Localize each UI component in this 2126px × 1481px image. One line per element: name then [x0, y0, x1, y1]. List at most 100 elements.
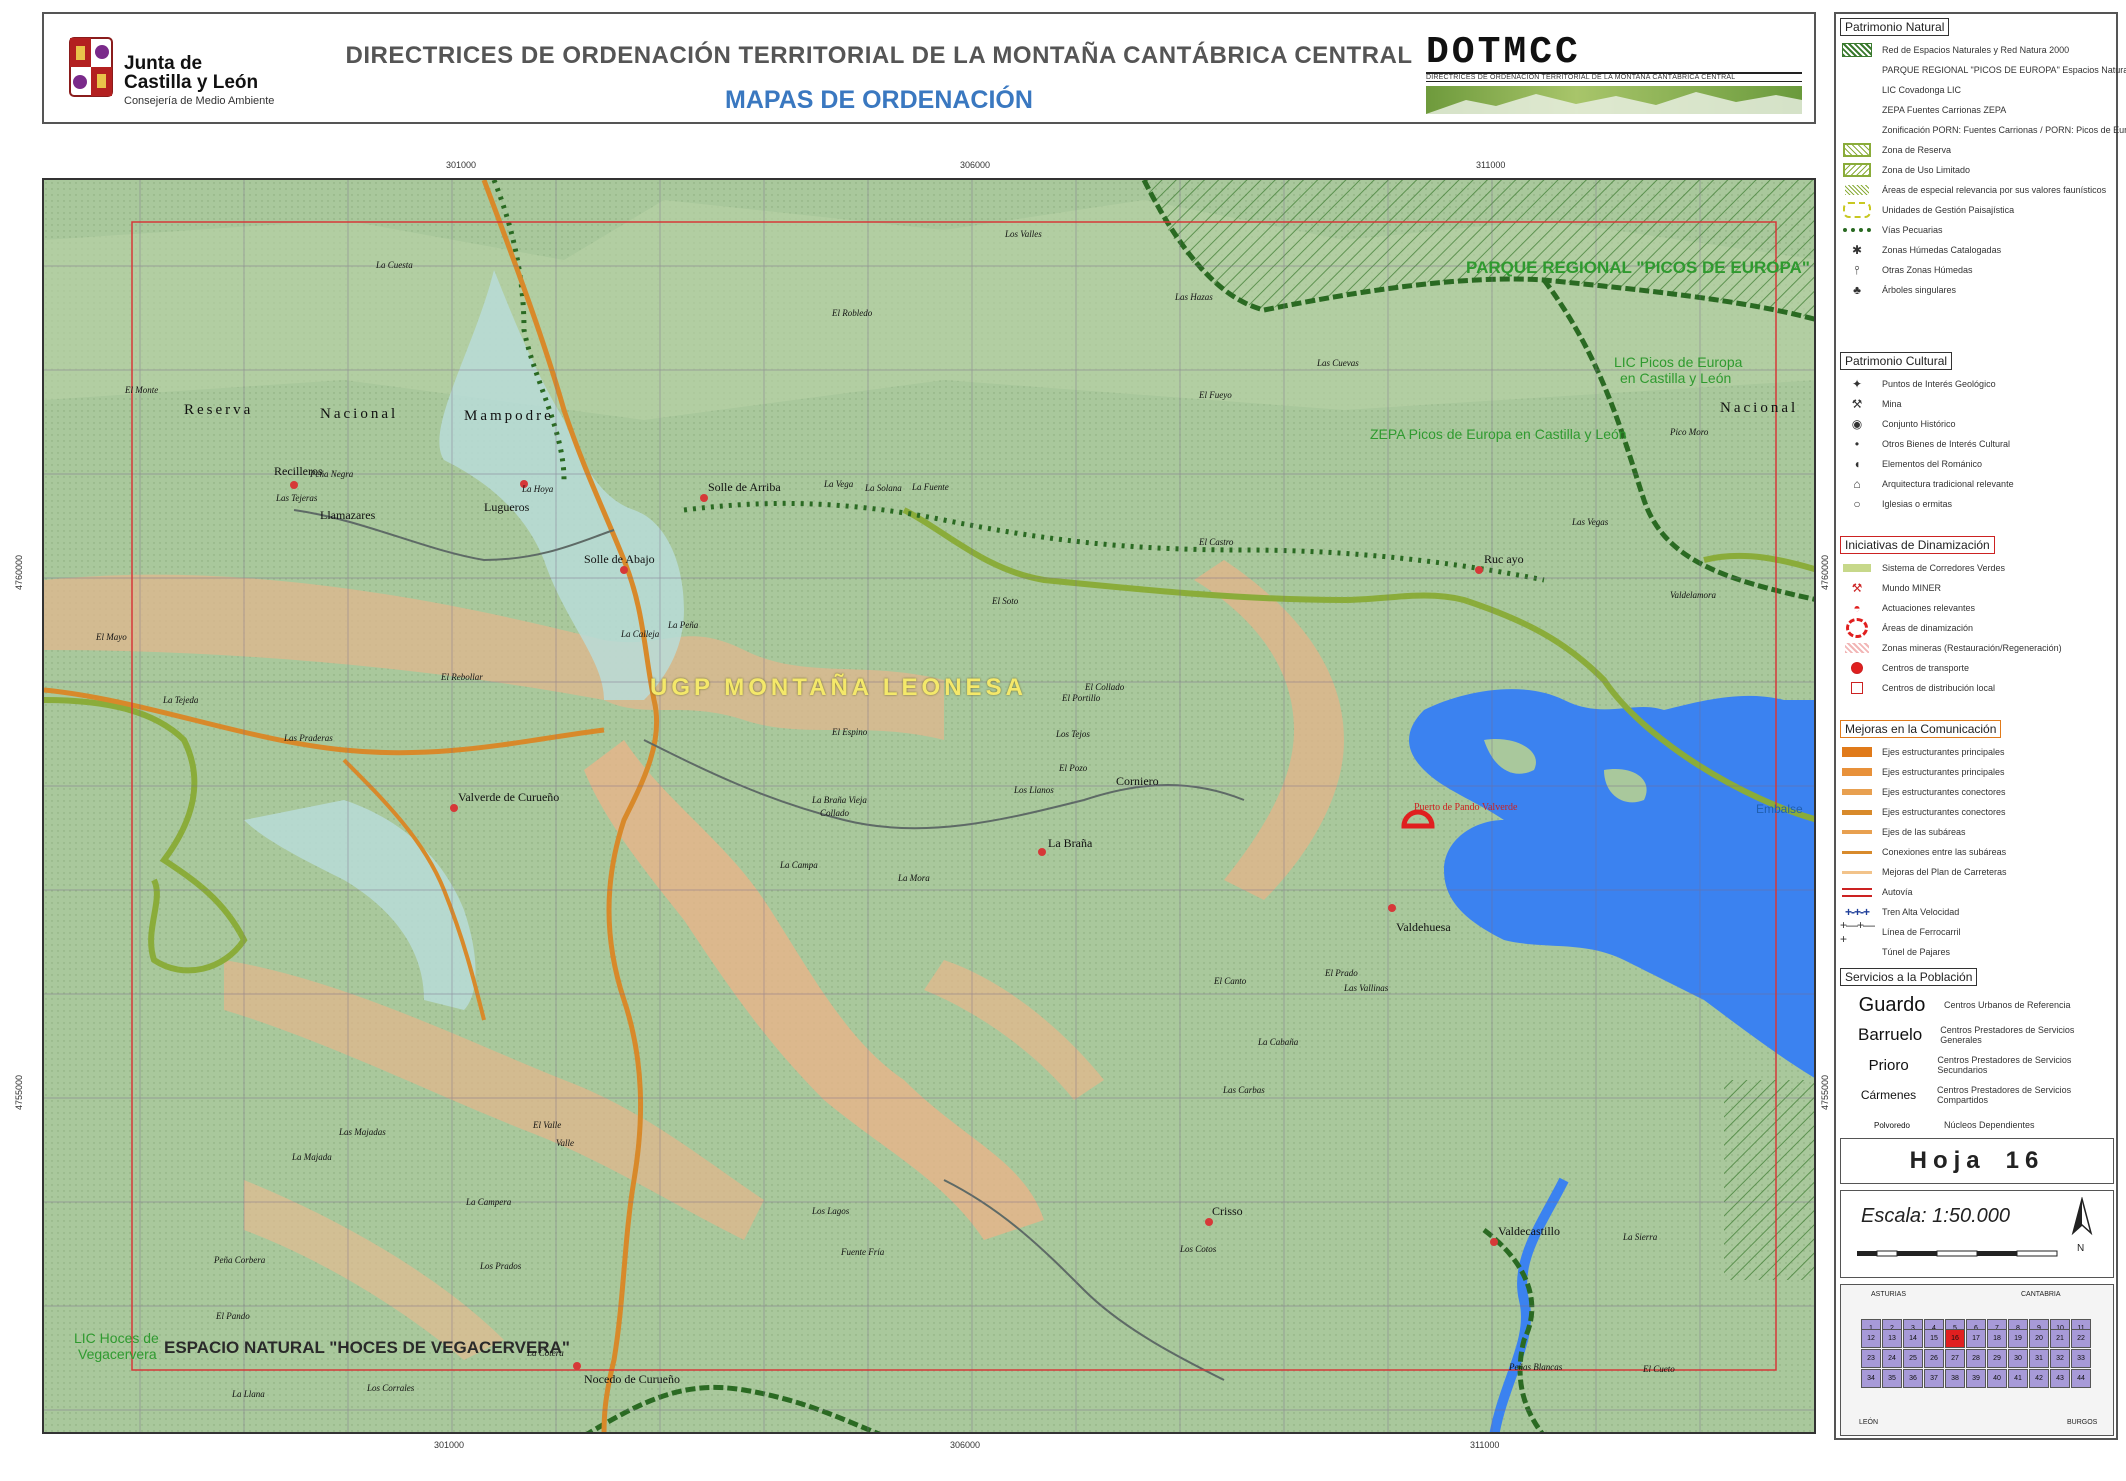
index-sheet-cell: 23 — [1861, 1349, 1881, 1368]
lic-picos-label-2: en Castilla y León — [1620, 370, 1732, 386]
coord-left-2: 4755000 — [14, 1074, 24, 1110]
service-example-name: Barruelo — [1858, 1025, 1923, 1044]
legend-item: ✱ Zonas Húmedas Catalogadas — [1840, 240, 2112, 260]
legend-item-label: Centros de distribución local — [1882, 683, 1996, 693]
vias-pecuarias-icon — [1840, 223, 1874, 237]
corredores-verdes-icon — [1840, 561, 1874, 575]
town-crisso[interactable]: Crisso — [1212, 1204, 1243, 1219]
town-rucayo[interactable]: Ruc ayo — [1484, 552, 1524, 567]
legend-item: Centros de distribución local — [1840, 678, 2112, 698]
legend-item-label: Red de Espacios Naturales y Red Natura 2… — [1882, 45, 2070, 55]
index-sheet-cell: 15 — [1924, 1329, 1944, 1348]
legend-item: Mejoras del Plan de Carreteras — [1840, 862, 2112, 882]
legend-servicios: Servicios a la Población Guardo Centros U… — [1840, 968, 2112, 1140]
map-canvas[interactable]: UGP MONTAÑA LEONESA PARQUE REGIONAL "PIC… — [42, 178, 1816, 1434]
town-lugueros[interactable]: Lugueros — [484, 500, 529, 515]
legend-item-label: Vías Pecuarias — [1882, 225, 1943, 235]
town-valdehuesa[interactable]: Valdehuesa — [1396, 920, 1451, 935]
arquitectura-icon: ⌂ — [1853, 477, 1861, 491]
north-arrow-icon — [2071, 1197, 2093, 1236]
minor-place-name: El Pozo — [1059, 763, 1088, 773]
legend-item: Túnel de Pajares — [1840, 942, 2112, 962]
org-line-1: Junta de — [124, 53, 203, 74]
legend-mc-list: Ejes estructurantes principales Ejes estr… — [1840, 742, 2112, 962]
legend-item-label: Línea de Ferrocarril — [1882, 927, 1961, 937]
index-sheet-cell: 17 — [1966, 1329, 1986, 1348]
town-llamazares[interactable]: Llamazares — [320, 508, 375, 523]
minor-place-name: La Majada — [292, 1152, 332, 1162]
park-hatch-east — [1724, 1080, 1814, 1280]
town-la-brana[interactable]: La Braña — [1048, 836, 1092, 851]
legend-item: ◖ Elementos del Románico — [1840, 454, 2112, 474]
autovia-icon — [1840, 885, 1874, 899]
tunel-icon — [1840, 945, 1874, 959]
punto-geologico-icon: ✦ — [1851, 377, 1863, 391]
legend-item-label: Autovía — [1882, 887, 1913, 897]
index-sheet-cell: 19 — [2008, 1329, 2028, 1348]
legend-item: ✦ Puntos de Interés Geológico — [1840, 374, 2112, 394]
legend-item: Áreas de dinamización — [1840, 618, 2112, 638]
mampodre-label: Mampodre — [464, 408, 554, 424]
puerto-label: Puerto de Pando Valverde — [1414, 802, 1518, 813]
dotmcc-logo-text: DOTMCC — [1426, 31, 1581, 74]
town-valverde[interactable]: Valverde de Curueño — [458, 790, 559, 805]
legend-item-label: Árboles singulares — [1882, 285, 1957, 295]
index-sheet-cell: 14 — [1903, 1329, 1923, 1348]
tren-alta-velocidad-icon: +-+-+ — [1844, 905, 1870, 919]
minor-place-name: La Solana — [865, 483, 902, 493]
conjunto-historico-icon: ◉ — [1851, 417, 1863, 431]
organization-name: Junta de Castilla y León Consejería de M… — [124, 54, 274, 107]
minor-place-name: Las Praderas — [284, 733, 333, 743]
coord-left-1: 4760000 — [14, 554, 24, 590]
legend-pn-list: Red de Espacios Naturales y Red Natura 2… — [1840, 40, 2126, 300]
legend-item-label: Zona de Uso Limitado — [1882, 165, 1971, 175]
zona-reserva-icon — [1840, 143, 1874, 157]
service-example-name: Cármenes — [1860, 1088, 1917, 1102]
legend-in-list: Sistema de Corredores Verdes ⚒ Mundo MINER… — [1840, 558, 2112, 698]
town-solle-arriba[interactable]: Solle de Arriba — [708, 480, 781, 495]
minor-place-name: Peñas Blancas — [1509, 1362, 1563, 1372]
coord-bottom-1: 301000 — [434, 1440, 465, 1450]
legend-item: ⫯ Otras Zonas Húmedas — [1840, 260, 2112, 280]
eje-subareas-icon — [1840, 825, 1874, 839]
index-sheet-cell: 26 — [1924, 1349, 1944, 1368]
town-nocedo[interactable]: Nocedo de Curueño — [584, 1372, 680, 1387]
legend-item: ⌂ Arquitectura tradicional relevante — [1840, 474, 2112, 494]
coord-bottom-3: 311000 — [1470, 1440, 1500, 1450]
bien-cultural-icon: • — [1854, 437, 1860, 451]
minor-place-name: El Monte — [125, 385, 159, 395]
minor-place-name: El Castro — [1199, 537, 1234, 547]
service-example-name: Polvoredo — [1873, 1120, 1911, 1130]
coord-bottom-2: 306000 — [950, 1440, 981, 1450]
index-sheet-cell: 27 — [1945, 1349, 1965, 1368]
nacional-label: Nacional — [320, 406, 399, 422]
index-sheet-cell: 13 — [1882, 1329, 1902, 1348]
legend-item: Sistema de Corredores Verdes — [1840, 558, 2112, 578]
index-sheet-cell: 21 — [2050, 1329, 2070, 1348]
castilla-leon-shield-icon — [69, 37, 113, 97]
index-sheet-cell: 34 — [1861, 1369, 1881, 1388]
town-valdecastillo[interactable]: Valdecastillo — [1498, 1224, 1560, 1239]
legend-item: Ejes estructurantes principales — [1840, 762, 2112, 782]
zepa-picos-label: ZEPA Picos de Europa en Castilla y León — [1370, 426, 1627, 442]
service-description: Centros Prestadores de Servicios Secunda… — [1937, 1055, 2072, 1075]
minor-place-name: La Cabaña — [1258, 1037, 1299, 1047]
legend-item-label: Ejes estructurantes conectores — [1882, 787, 2006, 797]
town-corniero[interactable]: Corniero — [1116, 774, 1159, 789]
legend-sv-list: Guardo Centros Urbanos de Referencia Barru… — [1840, 990, 2112, 1140]
legend-heading-patrimonio-natural: Patrimonio Natural — [1840, 18, 1950, 36]
legend-item: ◓ Actuaciones relevantes — [1840, 598, 2112, 618]
legend-item: ZEPA Fuentes Carrionas ZEPA — [1840, 100, 2112, 120]
zona-humeda-icon: ✱ — [1851, 243, 1863, 257]
plan-carreteras-icon — [1840, 865, 1874, 879]
legend-patrimonio-natural: Patrimonio Natural Red de Espacios Natur… — [1840, 18, 2126, 300]
service-description: Centros Urbanos de Referencia — [1944, 1000, 2071, 1010]
mountain-silhouette-icon — [1426, 92, 1802, 114]
minor-place-name: Los Cotos — [1180, 1244, 1217, 1254]
ugp-label: UGP MONTAÑA LEONESA — [650, 674, 1027, 701]
title-bar: Junta de Castilla y León Consejería de M… — [42, 12, 1816, 124]
legend-item-label: Conjunto Histórico — [1882, 419, 1956, 429]
legend-item-label: Unidades de Gestión Paisajística — [1882, 205, 2015, 215]
index-sheet-cell: 12 — [1861, 1329, 1881, 1348]
town-solle-abajo[interactable]: Solle de Abajo — [584, 552, 655, 567]
